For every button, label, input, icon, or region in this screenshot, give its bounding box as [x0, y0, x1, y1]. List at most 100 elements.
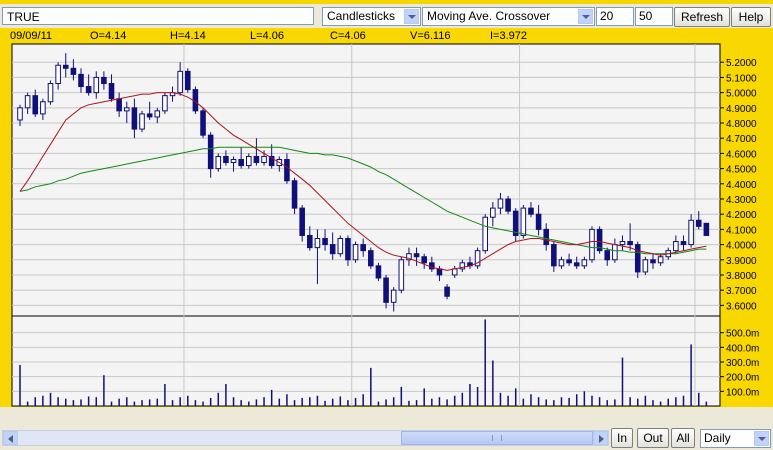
chevron-down-icon[interactable] [754, 431, 769, 446]
candle-body [390, 289, 397, 303]
zoom-out-button[interactable]: Out [637, 428, 669, 448]
candle-body [261, 155, 267, 164]
candle-body [337, 238, 344, 255]
candle-body [345, 238, 351, 261]
chevron-down-icon[interactable] [404, 9, 419, 24]
candle-body [215, 155, 222, 170]
candle-body [17, 107, 23, 121]
price-tick-label: 4.8000 [726, 119, 757, 130]
volume-tick-label: 200.0m [726, 373, 759, 384]
candle-body [101, 76, 107, 85]
candle-body [421, 256, 427, 264]
candle-body [627, 241, 633, 246]
candle-body [634, 244, 641, 273]
help-button[interactable]: Help [731, 7, 771, 27]
candle-body [78, 73, 84, 88]
candle-body [139, 113, 145, 130]
candle-body [162, 95, 168, 112]
candle-body [291, 180, 298, 209]
price-tick-label: 3.9000 [726, 256, 757, 267]
candle-body [436, 268, 443, 276]
candle-body [573, 262, 580, 267]
candle-body [307, 234, 313, 249]
candle-body [246, 155, 252, 167]
candle-body [383, 277, 389, 303]
price-tick-label: 4.7000 [726, 134, 757, 145]
volume-tick-label: 100.0m [726, 387, 759, 398]
candle-body [284, 158, 290, 182]
candle-body [62, 64, 69, 69]
candle-body [642, 259, 649, 273]
candle-body [581, 259, 588, 267]
volume-tick-label: 300.0m [726, 358, 759, 369]
scroll-right-button[interactable] [593, 431, 608, 445]
candle-body [352, 244, 359, 261]
candle-body [368, 250, 374, 267]
candle-body [32, 95, 39, 115]
candle-body [253, 155, 260, 164]
price-tick-label: 3.8000 [726, 271, 757, 282]
candle-body [207, 134, 214, 170]
indicator-select[interactable]: Moving Ave. Crossover [422, 7, 595, 26]
chart-frame: 09/09/11 O=4.14 H=4.14 L=4.06 C=4.06 V=6… [0, 28, 773, 407]
candle-body [604, 250, 611, 261]
candle-body [93, 76, 100, 94]
candle-body [444, 286, 450, 297]
chevron-down-icon[interactable] [578, 9, 593, 24]
candle-body [55, 64, 61, 85]
price-tick-label: 3.6000 [726, 301, 757, 312]
price-tick-label: 4.2000 [726, 210, 757, 221]
price-tick-label: 4.4000 [726, 180, 757, 191]
candle-body [108, 83, 115, 100]
ma-period-slow-input[interactable]: 50 [635, 7, 673, 26]
price-tick-label: 5.2000 [726, 58, 757, 69]
candle-body [322, 238, 328, 246]
candle-body [200, 110, 206, 136]
ma-period-fast-input[interactable]: 20 [596, 7, 634, 26]
scroll-left-button[interactable] [3, 431, 18, 445]
volume-tick-label: 400.0m [726, 343, 759, 354]
candle-body [230, 158, 237, 164]
scroll-thumb[interactable] [401, 431, 593, 445]
toolbar: TRUE Candlesticks Moving Ave. Crossover … [0, 4, 773, 28]
refresh-button[interactable]: Refresh [674, 7, 730, 27]
price-tick-label: 4.3000 [726, 195, 757, 206]
candle-body [360, 244, 366, 252]
price-tick-label: 4.0000 [726, 241, 757, 252]
symbol-input[interactable]: TRUE [2, 7, 314, 25]
candle-body [223, 155, 229, 164]
candle-body [612, 244, 618, 261]
candle-body [535, 213, 542, 230]
candle-body [490, 207, 496, 218]
candle-body [543, 228, 550, 246]
candle-body [116, 98, 122, 112]
candle-body [40, 101, 46, 115]
candle-body [688, 219, 694, 246]
candle-body [375, 265, 382, 279]
price-tick-label: 5.1000 [726, 73, 757, 84]
candle-body [314, 238, 321, 249]
price-tick-label: 4.5000 [726, 165, 757, 176]
period-select[interactable]: Daily [700, 429, 771, 448]
indicator-value: Moving Ave. Crossover [427, 9, 551, 23]
candle-body [619, 241, 626, 246]
bottom-bar: In Out All Daily [0, 428, 773, 450]
price-chart[interactable]: 5.2000 5.1000 5.0000 4.9000 4.8000 4.7000 4.60… [0, 28, 773, 407]
volume-panel [11, 315, 721, 407]
horizontal-scrollbar[interactable] [2, 430, 609, 446]
candle-body [154, 110, 161, 118]
candle-body [70, 67, 77, 75]
chart-type-select[interactable]: Candlesticks [322, 7, 421, 26]
candle-body [673, 241, 679, 252]
candle-body [47, 83, 54, 103]
candle-body [299, 207, 305, 236]
zoom-all-button[interactable]: All [671, 428, 695, 448]
candle-body [497, 198, 504, 209]
candle-body [680, 241, 687, 246]
candle-body [695, 219, 702, 227]
zoom-in-button[interactable]: In [611, 428, 633, 448]
candle-body [131, 107, 138, 130]
candle-body [451, 268, 458, 276]
price-tick-label: 4.6000 [726, 149, 757, 160]
candle-body [566, 259, 572, 264]
